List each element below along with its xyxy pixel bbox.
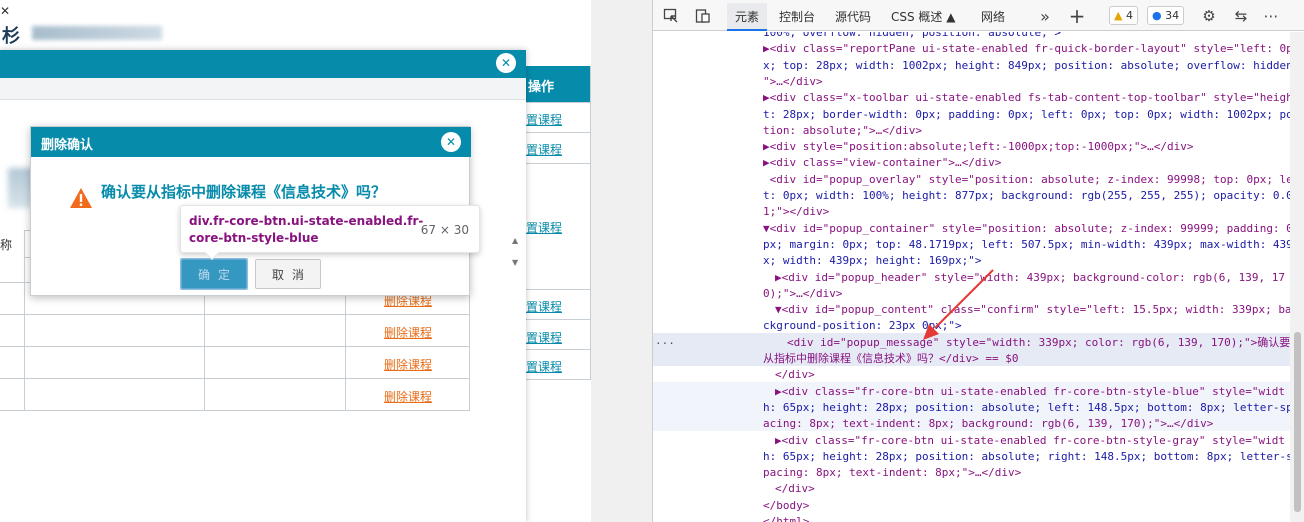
delete-course-link[interactable]: 删除课程: [384, 356, 432, 373]
scroll-down-icon[interactable]: ▼: [512, 258, 518, 267]
confirm-cancel-button[interactable]: 取消: [255, 259, 321, 289]
tooltip-selector: div.fr-core-btn.ui-state-enabled.fr-core…: [189, 214, 424, 245]
scrollbar-thumb[interactable]: [1294, 332, 1301, 512]
set-course-link[interactable]: 置课程: [526, 111, 562, 128]
scroll-up-icon[interactable]: ▲: [512, 236, 518, 245]
more-tabs-icon[interactable]: »: [1035, 6, 1055, 26]
devtools-scrollbar[interactable]: [1290, 32, 1304, 522]
warnings-badge[interactable]: ▲ 4: [1109, 6, 1138, 25]
confirm-dialog-header: 删除确认: [31, 127, 471, 157]
outer-dialog-close-icon[interactable]: [496, 53, 516, 73]
row-divider: [524, 349, 591, 350]
inspector-tooltip: div.fr-core-btn.ui-state-enabled.fr-core…: [180, 205, 480, 261]
inspector-highlight: [180, 258, 248, 290]
confirm-close-icon[interactable]: [441, 132, 461, 152]
row-divider: [524, 289, 591, 290]
tab-css-overview[interactable]: CSS 概述 ▲: [891, 8, 956, 25]
blurred-title-text: [32, 26, 162, 40]
set-course-link[interactable]: 置课程: [526, 329, 562, 346]
name-field-label: 称: [0, 238, 13, 252]
set-course-link[interactable]: 置课程: [526, 358, 562, 375]
elements-tree: ··· 100%; overflow: hidden; position: ab…: [653, 32, 1290, 522]
confirm-dialog-title: 删除确认: [41, 138, 94, 153]
delete-course-link[interactable]: 删除课程: [384, 388, 432, 405]
table-header-action: 操作: [524, 66, 591, 102]
tab-sources[interactable]: 源代码: [835, 8, 871, 25]
devtools-toolbar: 元素 控制台 源代码 CSS 概述 ▲ 网络 » + ▲ 4 ● 34 ⚙ ⇆ …: [653, 0, 1304, 31]
more-options-icon[interactable]: ⋯: [1261, 6, 1281, 26]
customize-icon[interactable]: ⇆: [1231, 6, 1251, 26]
set-course-link[interactable]: 置课程: [526, 219, 562, 236]
tab-elements[interactable]: 元素: [727, 3, 767, 31]
tab-console[interactable]: 控制台: [779, 8, 815, 25]
outer-dialog-titlebar: [0, 50, 526, 78]
devtools-panel: 元素 控制台 源代码 CSS 概述 ▲ 网络 » + ▲ 4 ● 34 ⚙ ⇆ …: [652, 0, 1304, 522]
tooltip-dimensions: 67 × 30: [420, 223, 469, 237]
delete-course-link[interactable]: 删除课程: [384, 324, 432, 341]
page-gutter: [591, 0, 652, 522]
add-tab-icon[interactable]: +: [1067, 4, 1087, 28]
set-course-link[interactable]: 置课程: [526, 298, 562, 315]
flask-icon: ▲: [946, 10, 956, 24]
tab-network[interactable]: 网络: [981, 8, 1005, 25]
page-header-blurred: 杉: [0, 18, 170, 48]
row-divider: [524, 379, 591, 380]
outer-dialog-subbar: [0, 78, 526, 100]
row-divider: [524, 163, 591, 164]
warning-triangle-icon: [70, 188, 92, 208]
settings-gear-icon[interactable]: ⚙: [1199, 6, 1219, 26]
device-toolbar-icon[interactable]: [693, 6, 713, 26]
page-title-fragment: 杉: [2, 26, 20, 47]
warning-icon: ▲: [1114, 9, 1123, 22]
app-viewport: ✕ 杉 操作 置课程 置课程 置课程 置课程 置课程 置课程 ✕ 称 ▲ ▼ 删…: [0, 0, 652, 522]
row-divider: [524, 132, 591, 133]
row-divider: [524, 319, 591, 320]
row-divider: [524, 102, 591, 103]
issues-icon: ●: [1152, 9, 1162, 22]
confirm-message: 确认要从指标中删除课程《信息技术》吗？: [101, 183, 387, 201]
inspect-element-icon[interactable]: [661, 6, 681, 26]
issues-badge[interactable]: ● 34: [1147, 6, 1185, 25]
set-course-link[interactable]: 置课程: [526, 141, 562, 158]
window-close-icon[interactable]: ✕: [0, 4, 10, 18]
annotation-arrow: [923, 269, 994, 340]
